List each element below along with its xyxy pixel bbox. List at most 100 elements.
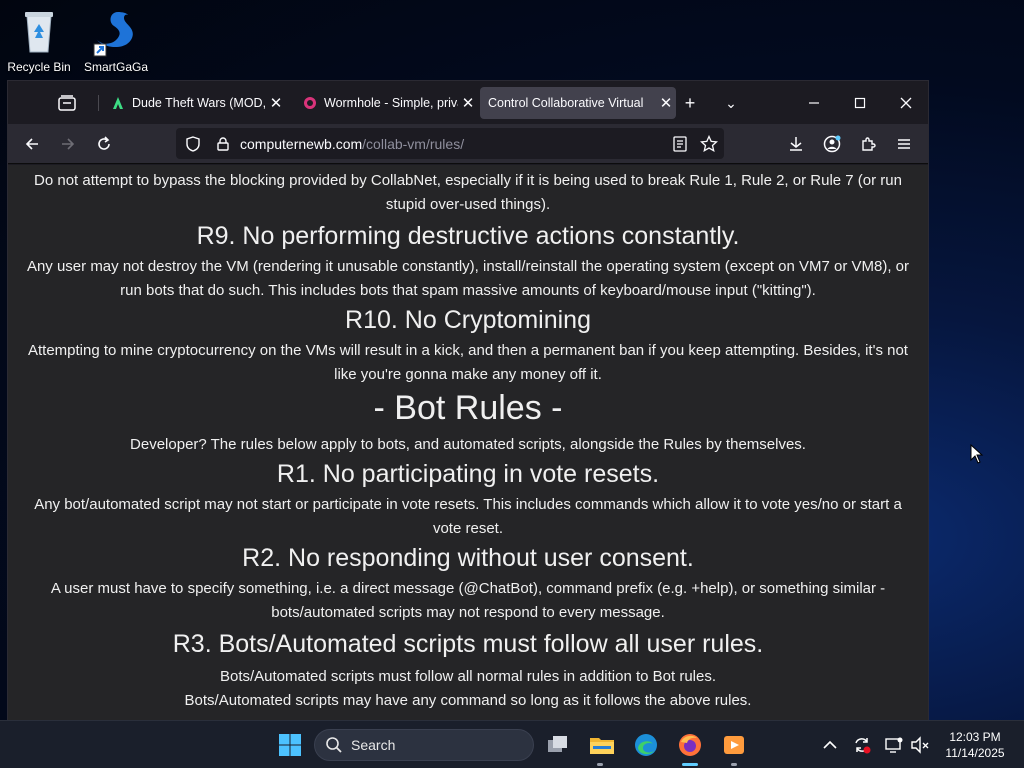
url-path: /collab-vm/rules/ — [362, 135, 465, 152]
running-indicator — [731, 763, 737, 766]
folder-icon — [590, 738, 614, 754]
clock-date: 11/14/2025 — [945, 746, 1005, 760]
search-icon — [326, 737, 342, 753]
firefox-view-icon — [58, 95, 76, 111]
task-view-icon — [548, 736, 567, 752]
url-bar[interactable]: computernewb.com/collab-vm/rules/ — [176, 128, 724, 159]
url-text[interactable]: computernewb.com/collab-vm/rules/ — [240, 136, 666, 152]
clock-time: 12:03 PM — [949, 730, 1001, 744]
rule-description: Do not attempt to bypass the blocking pr… — [34, 172, 902, 213]
minimize-icon — [809, 102, 819, 104]
tab-title: Wormhole - Simple, priva — [324, 96, 458, 110]
display-icon — [885, 737, 903, 753]
running-indicator — [597, 763, 603, 766]
recycle-bin-icon — [15, 6, 63, 58]
rule-description: Bots/Automated scripts may have any comm… — [184, 692, 752, 709]
tab-close-icon[interactable]: ✕ — [266, 94, 286, 112]
close-window-button[interactable] — [894, 91, 918, 115]
tab-dude-theft-wars[interactable]: Dude Theft Wars (MOD, U ✕ — [102, 87, 286, 119]
browser-window: Dude Theft Wars (MOD, U ✕ Wormhole - Sim… — [7, 80, 929, 721]
maximize-icon — [854, 97, 866, 109]
edge-icon — [635, 734, 657, 756]
rule-heading: R9. No performing destructive actions co… — [196, 222, 740, 250]
chevron-up-icon — [823, 740, 837, 749]
active-indicator — [682, 763, 698, 766]
tab-title: Dude Theft Wars (MOD, U — [132, 96, 266, 110]
tab-close-icon[interactable]: ✕ — [458, 94, 478, 112]
desktop-icon-label: SmartGaGa — [83, 60, 149, 74]
rule-description: Any bot/automated script may not start o… — [34, 496, 902, 537]
tab-bar: Dude Theft Wars (MOD, U ✕ Wormhole - Sim… — [8, 81, 928, 124]
rule-heading: R2. No responding without user consent. — [242, 544, 694, 572]
firefox-icon — [679, 734, 701, 756]
reload-button[interactable] — [92, 132, 116, 156]
forward-button[interactable] — [56, 132, 80, 156]
speaker-muted-icon — [911, 736, 929, 754]
hamburger-menu-icon — [898, 139, 910, 149]
edge-browser-button[interactable] — [630, 729, 662, 761]
tab-separator — [98, 95, 99, 111]
task-view-button[interactable] — [542, 729, 574, 761]
bookmark-star-icon[interactable] — [694, 134, 724, 153]
rule-heading: R1. No participating in vote resets. — [276, 460, 660, 488]
rule-description: Bots/Automated scripts must follow all n… — [219, 668, 717, 685]
chevron-down-icon: ⌄ — [725, 94, 737, 111]
reload-icon — [98, 136, 110, 150]
windows-logo-icon — [279, 734, 301, 756]
page-content: Do not attempt to bypass the blocking pr… — [8, 165, 928, 721]
volume-button[interactable] — [910, 735, 930, 755]
new-tab-button[interactable]: + — [678, 91, 702, 115]
system-clock[interactable]: 12:03 PM 11/14/2025 — [938, 729, 1012, 761]
navigation-toolbar: computernewb.com/collab-vm/rules/ — [8, 124, 928, 164]
section-heading: - Bot Rules - — [373, 389, 563, 427]
desktop-icon-recycle-bin[interactable]: Recycle Bin — [4, 6, 74, 74]
tab-favicon-icon — [110, 95, 126, 111]
puzzle-piece-icon — [862, 137, 876, 151]
media-player-icon — [724, 736, 744, 754]
account-icon — [823, 135, 841, 153]
firefox-view-button[interactable] — [56, 92, 78, 114]
search-label: Search — [351, 737, 396, 753]
tab-control-collaborative-virtual[interactable]: Control Collaborative Virtual ✕ — [480, 87, 676, 119]
desktop-icon-label: Recycle Bin — [7, 60, 71, 74]
arrow-right-icon — [62, 138, 75, 150]
minimize-button[interactable] — [802, 91, 826, 115]
download-icon — [790, 137, 802, 151]
firefox-button[interactable] — [674, 729, 706, 761]
list-all-tabs-button[interactable]: ⌄ — [719, 91, 743, 115]
back-button[interactable] — [20, 132, 44, 156]
show-hidden-icons-button[interactable] — [820, 735, 840, 755]
tab-wormhole[interactable]: Wormhole - Simple, priva ✕ — [294, 87, 478, 119]
display-tray-button[interactable] — [884, 735, 904, 755]
taskbar-search[interactable]: Search — [314, 729, 534, 761]
rule-description: Any user may not destroy the VM (renderi… — [26, 258, 910, 299]
mouse-pointer-icon — [970, 443, 984, 469]
url-domain: computernewb.com — [240, 135, 363, 152]
swan-icon — [92, 6, 140, 58]
reader-view-icon[interactable] — [666, 135, 694, 152]
tracking-protection-shield-icon[interactable] — [176, 135, 210, 152]
tab-favicon-icon — [302, 95, 318, 111]
maximize-button[interactable] — [848, 91, 872, 115]
taskbar: Search 12:03 PM 11/14/2025 — [0, 720, 1024, 768]
sync-icon — [855, 738, 871, 754]
rule-description: A user must have to specify something, i… — [50, 580, 886, 621]
media-player-button[interactable] — [718, 729, 750, 761]
plus-icon: + — [684, 92, 696, 113]
extensions-button[interactable] — [856, 132, 880, 156]
account-button[interactable] — [820, 132, 844, 156]
rule-heading: R10. No Cryptomining — [345, 306, 591, 334]
close-icon — [900, 97, 912, 109]
start-button[interactable] — [274, 729, 306, 761]
app-menu-button[interactable] — [892, 132, 916, 156]
downloads-button[interactable] — [784, 132, 808, 156]
rule-description: Attempting to mine cryptocurrency on the… — [28, 342, 908, 383]
arrow-left-icon — [25, 138, 38, 150]
file-explorer-button[interactable] — [586, 729, 618, 761]
lock-icon[interactable] — [210, 136, 236, 151]
tab-close-icon[interactable]: ✕ — [656, 94, 676, 112]
section-intro: Developer? The rules below apply to bots… — [130, 436, 806, 453]
desktop-icon-smartgaga[interactable]: SmartGaGa — [81, 6, 151, 74]
sync-tray-button[interactable] — [852, 735, 872, 755]
tab-title: Control Collaborative Virtual — [488, 96, 644, 110]
